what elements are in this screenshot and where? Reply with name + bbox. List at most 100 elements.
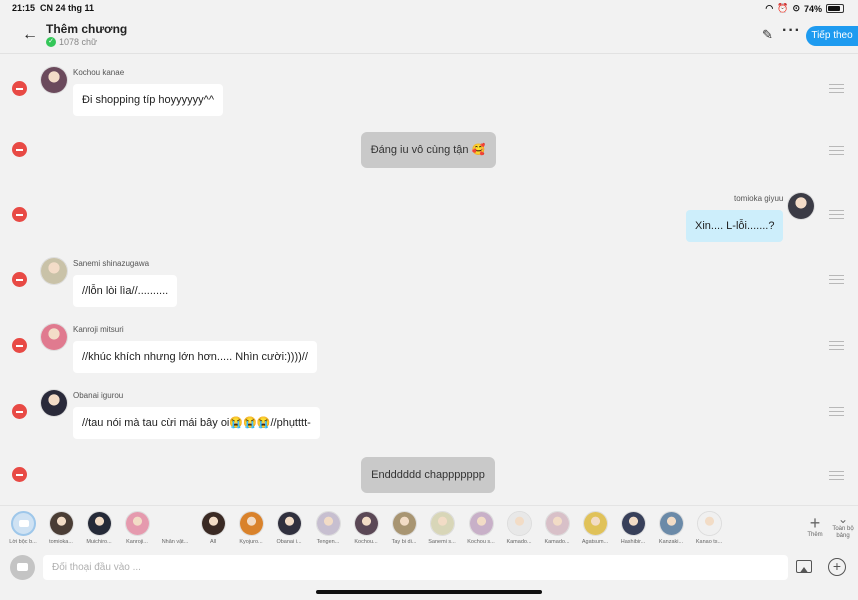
word-count: ✓ 1078 chữ: [46, 37, 97, 47]
narration-bubble[interactable]: Đáng iu vô cùng tận 🥰: [360, 132, 496, 168]
chip-avatar: [163, 511, 188, 536]
character-chip[interactable]: Kochou...: [346, 511, 386, 545]
edit-pencil-icon[interactable]: ✎: [762, 27, 773, 43]
narration-chip[interactable]: Lời bộc b...: [3, 511, 43, 545]
status-right: ◠ ⏰ ⊙ 74%: [765, 3, 844, 14]
chip-avatar: [506, 511, 532, 536]
delete-message-button[interactable]: [12, 404, 27, 419]
chip-label: Tengen...: [316, 539, 340, 545]
delete-message-button[interactable]: [12, 207, 27, 222]
chip-label: Nhân vật...: [161, 539, 189, 545]
dialogue-input[interactable]: [43, 555, 788, 580]
alarm-icon: ⏰: [777, 3, 789, 13]
dialogue-bubble[interactable]: Xin.... L-lỗi.......?: [686, 210, 784, 242]
character-chip[interactable]: Kamado...: [537, 511, 577, 545]
chip-avatar: [200, 511, 226, 536]
drag-handle-icon[interactable]: [829, 275, 844, 284]
page-title: Thêm chương: [46, 22, 128, 36]
chip-avatar: [582, 511, 608, 536]
character-chip[interactable]: Tengen...: [308, 511, 348, 545]
status-bar: 21:15 CN 24 thg 11 ◠ ⏰ ⊙ 74%: [0, 0, 858, 16]
character-chip[interactable]: Obanai i...: [269, 511, 309, 545]
character-chip[interactable]: Sanemi s...: [422, 511, 462, 545]
chip-label: tomioka...: [49, 539, 73, 545]
character-chip[interactable]: Kanao ts...: [689, 511, 729, 545]
avatar: [40, 66, 68, 94]
avatar: [40, 389, 68, 417]
chip-avatar: [10, 511, 36, 536]
chip-label: Kyojuro...: [239, 539, 263, 545]
character-chip[interactable]: Kyojuro...: [231, 511, 271, 545]
avatar: [40, 257, 68, 285]
chip-label: Kanzaki...: [658, 539, 684, 545]
character-chip[interactable]: Muichiro...: [79, 511, 119, 545]
chip-avatar: [468, 511, 494, 536]
back-arrow-icon[interactable]: ←: [22, 26, 38, 44]
character-name: Obanai igurou: [73, 391, 124, 400]
dialogue-bubble[interactable]: Đi shopping típ hoyyyyyy^^: [73, 84, 223, 116]
chevron-down-icon: ⌄: [837, 512, 849, 526]
chip-avatar: [238, 511, 264, 536]
character-chip[interactable]: Kanzaki...: [651, 511, 691, 545]
character-chip[interactable]: Kamado...: [499, 511, 539, 545]
character-bar: Lời bộc b... tomioka... Muichiro... Kanroji…: [0, 505, 858, 548]
chip-label: Tay bi di...: [391, 539, 417, 545]
status-date: CN 24 thg 11: [40, 3, 95, 13]
character-name: Kanroji mitsuri: [73, 325, 124, 334]
chip-label: Muichiro...: [86, 539, 112, 545]
character-chip[interactable]: Kochou s...: [461, 511, 501, 545]
drag-handle-icon[interactable]: [829, 210, 844, 219]
chip-avatar: [124, 511, 150, 536]
drag-handle-icon[interactable]: [829, 471, 844, 480]
drag-handle-icon[interactable]: [829, 146, 844, 155]
drag-handle-icon[interactable]: [829, 341, 844, 350]
add-character-label: Thêm: [807, 532, 823, 538]
character-chip[interactable]: Agatsum...: [575, 511, 615, 545]
avatar: [40, 323, 68, 351]
image-icon[interactable]: [796, 560, 812, 573]
chip-label: Agatsum...: [581, 539, 609, 545]
chip-label: Kamado...: [506, 539, 532, 545]
narration-bubble[interactable]: Endddddd chappppppp: [361, 457, 495, 493]
character-chip[interactable]: tomioka...: [41, 511, 81, 545]
chip-label: Obanai i...: [276, 539, 302, 545]
chip-label: Kochou...: [354, 539, 378, 545]
battery-icon: [826, 4, 844, 13]
more-options-icon[interactable]: ···: [782, 22, 801, 40]
drag-handle-icon[interactable]: [829, 84, 844, 93]
check-icon: ✓: [46, 37, 56, 47]
character-chip[interactable]: Tay bi di...: [384, 511, 424, 545]
delete-message-button[interactable]: [12, 81, 27, 96]
dialogue-bubble[interactable]: //khúc khích nhưng lớn hơn..... Nhìn cườ…: [73, 341, 317, 373]
lock-rotation-icon: ⊙: [792, 3, 800, 13]
add-character-button[interactable]: + Thêm: [805, 514, 825, 538]
chip-label: Hashibir...: [620, 539, 646, 545]
chip-avatar: [696, 511, 722, 536]
delete-message-button[interactable]: [12, 142, 27, 157]
drag-handle-icon[interactable]: [829, 407, 844, 416]
chip-avatar: [658, 511, 684, 536]
delete-message-button[interactable]: [12, 338, 27, 353]
character-chip[interactable]: All: [193, 511, 233, 545]
dialogue-bubble[interactable]: //lỗn lòi lìa//..........: [73, 275, 178, 307]
collapse-bar-button[interactable]: ⌄ Toàn bộ bảng: [828, 512, 858, 540]
next-button[interactable]: Tiếp theo: [806, 26, 858, 46]
collapse-bar-label: Toàn bộ bảng: [832, 526, 854, 539]
chip-avatar: [620, 511, 646, 536]
chip-avatar: [86, 511, 112, 536]
delete-message-button[interactable]: [12, 467, 27, 482]
wifi-icon: ◠: [765, 3, 774, 13]
status-time: 21:15: [12, 3, 36, 13]
character-chip[interactable]: Kanroji...: [117, 511, 157, 545]
avatar: [787, 192, 815, 220]
chip-label: Kanroji...: [126, 539, 148, 545]
dialogue-bubble[interactable]: //tau nói mà tau cừi mái bây oi😭😭😭//phụt…: [73, 407, 320, 439]
chip-label: Kamado...: [544, 539, 570, 545]
input-bar: +: [0, 548, 858, 600]
character-chip[interactable]: Hashibir...: [613, 511, 653, 545]
character-chip[interactable]: Nhân vật...: [155, 511, 195, 545]
add-circle-icon[interactable]: +: [828, 558, 846, 576]
battery-percent: 74%: [803, 3, 822, 14]
delete-message-button[interactable]: [12, 272, 27, 287]
narration-mode-button[interactable]: [10, 555, 35, 580]
